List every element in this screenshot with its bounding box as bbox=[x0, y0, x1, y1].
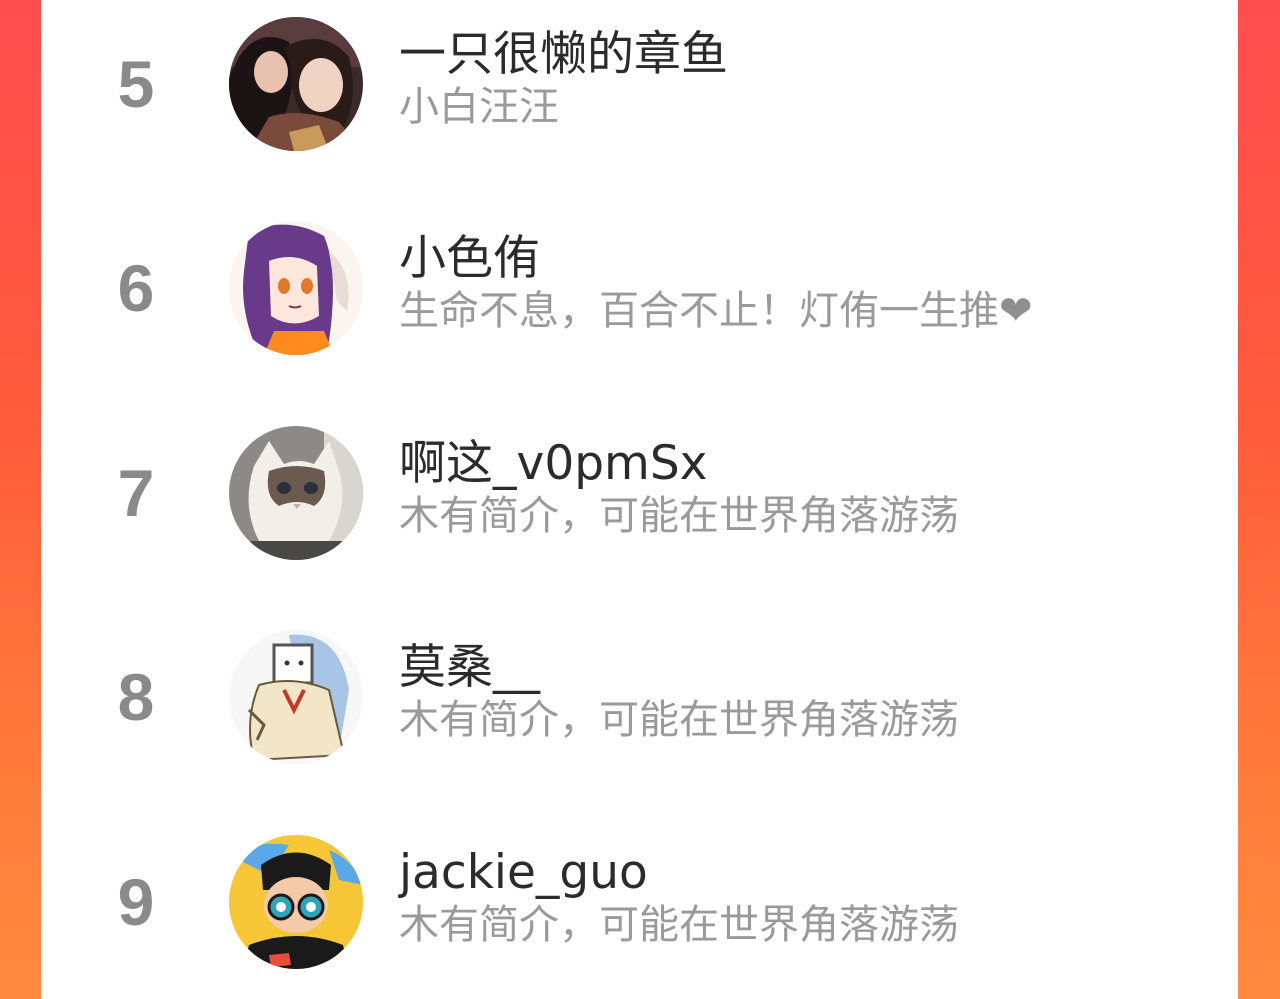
user-bio: 木有简介，可能在世界角落游荡 bbox=[399, 902, 959, 948]
avatar-two-women-photo-icon bbox=[229, 17, 363, 151]
ranking-row[interactable]: 7 啊这_v0pmSx 木有简介，可能在世界角落游荡 bbox=[41, 418, 1238, 568]
avatar-ragdoll-cat-photo-icon bbox=[229, 426, 363, 560]
user-name: 一只很懒的章鱼 bbox=[399, 27, 728, 82]
ranking-row[interactable]: 5 一只很懒的章鱼 小白汪汪 bbox=[41, 9, 1238, 159]
ranking-row[interactable]: 9 jackie_guo 木有简介，可能在世界角落游荡 bbox=[41, 827, 1238, 977]
user-avatar[interactable] bbox=[229, 426, 363, 560]
avatar-cartoon-boy-goggles-icon bbox=[229, 835, 363, 969]
user-avatar[interactable] bbox=[229, 17, 363, 151]
user-avatar[interactable] bbox=[229, 221, 363, 355]
ranking-row[interactable]: 6 小色侑 生命不息，百合不止！灯侑一生推❤ bbox=[41, 213, 1238, 363]
heart-icon: ❤ bbox=[999, 288, 1033, 334]
user-bio: 小白汪汪 bbox=[399, 84, 559, 130]
user-name: 啊这_v0pmSx bbox=[399, 436, 708, 491]
user-name: 莫桑__ bbox=[399, 640, 540, 695]
rank-number: 5 bbox=[117, 47, 155, 121]
user-name: 小色侑 bbox=[399, 231, 540, 286]
rank-number: 9 bbox=[117, 865, 155, 939]
user-bio: 生命不息，百合不止！灯侑一生推❤ bbox=[399, 288, 1033, 334]
avatar-anime-girl-purple-hair-icon bbox=[229, 221, 363, 355]
ranking-list-panel: 5 一只很懒的章鱼 小白汪汪 6 小色侑 生命不息，百合不止！灯侑一生推❤ 7 … bbox=[41, 0, 1238, 999]
user-avatar[interactable] bbox=[229, 630, 363, 764]
rank-number: 7 bbox=[117, 456, 155, 530]
user-bio: 木有简介，可能在世界角落游荡 bbox=[399, 697, 959, 743]
rank-number: 6 bbox=[117, 251, 155, 325]
rank-number: 8 bbox=[117, 660, 155, 734]
ranking-row[interactable]: 8 莫桑__ 木有简介，可能在世界角落游荡 bbox=[41, 622, 1238, 772]
user-bio: 木有简介，可能在世界角落游荡 bbox=[399, 493, 959, 539]
user-name: jackie_guo bbox=[399, 845, 648, 900]
avatar-box-head-character-icon bbox=[229, 630, 363, 764]
user-avatar[interactable] bbox=[229, 835, 363, 969]
